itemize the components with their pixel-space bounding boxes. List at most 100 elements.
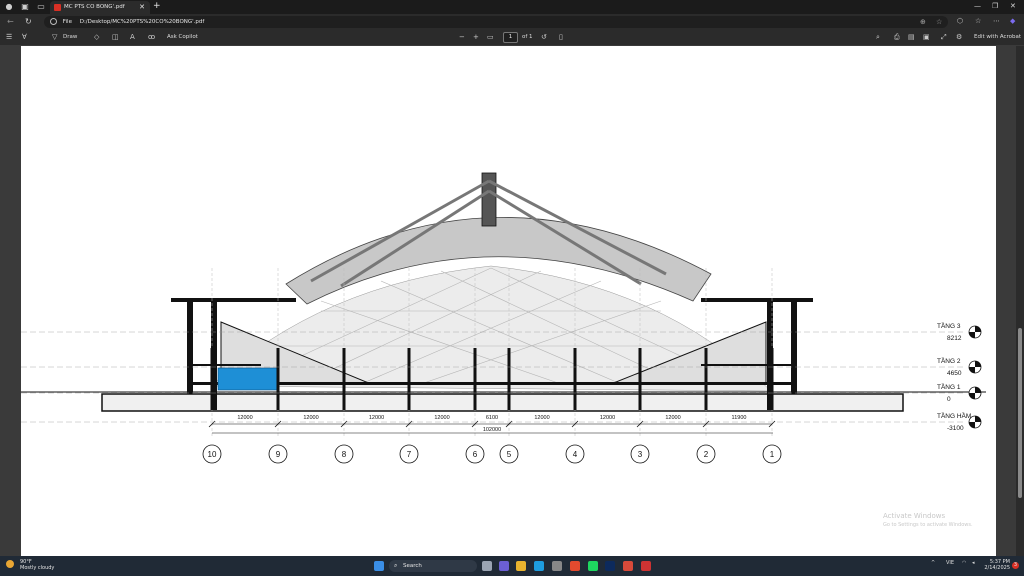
- tab-title: MC PTS CO BONG'.pdf: [64, 4, 125, 10]
- level-marker-icon: [968, 415, 982, 429]
- settings-gear-icon[interactable]: ⚙: [956, 33, 962, 41]
- address-scheme: File: [62, 19, 72, 25]
- tab-actions-icon[interactable]: ▭: [36, 2, 46, 12]
- column: [770, 348, 774, 410]
- browser-tab-bar: ● ▣ ▭ MC PTS CO BONG'.pdf ✕ + — ❐ ✕: [0, 0, 1024, 14]
- axis-label: 6: [473, 450, 478, 459]
- wifi-icon[interactable]: ◠: [962, 560, 966, 566]
- axis-label: 8: [342, 450, 347, 459]
- favorites-icon[interactable]: ☆: [975, 17, 981, 25]
- two-page-icon[interactable]: ▯: [559, 33, 563, 41]
- new-tab-icon[interactable]: +: [153, 1, 161, 11]
- roof-beam-left: [171, 298, 296, 302]
- photoshop-icon[interactable]: [605, 561, 615, 571]
- clock-date: 2/14/2025: [984, 565, 1010, 571]
- favorite-star-icon[interactable]: ☆: [936, 16, 942, 28]
- column: [473, 348, 477, 410]
- level-marker-icon: [968, 325, 982, 339]
- span-label: 12000: [665, 415, 680, 421]
- span-label: 6100: [486, 415, 498, 421]
- search-pdf-icon[interactable]: ⌕: [876, 33, 880, 42]
- tray-overflow-icon[interactable]: ^: [931, 560, 935, 566]
- draw-icon[interactable]: ▽: [52, 33, 57, 41]
- fit-page-icon[interactable]: ▭: [487, 33, 494, 41]
- view-icon[interactable]: ◫: [112, 33, 119, 41]
- taskbar-search[interactable]: ⌕ Search: [389, 560, 477, 572]
- weather-sun-icon: [6, 560, 14, 568]
- zoom-out-icon[interactable]: −: [459, 33, 465, 41]
- extensions-icon[interactable]: ⬡: [957, 17, 963, 25]
- edge-icon[interactable]: [534, 561, 544, 571]
- glass-panel: [217, 367, 279, 391]
- page-number-input[interactable]: 1: [503, 32, 518, 43]
- level-name: TẦNG 3: [937, 320, 961, 330]
- reading-icon[interactable]: ꝏ: [148, 33, 155, 41]
- copilot-icon[interactable]: ◆: [1010, 17, 1015, 25]
- ask-copilot-button[interactable]: Ask Copilot: [167, 34, 198, 40]
- taskbar: 90°F Mostly cloudy ⌕ Search ^ VIE ◠ ◂ 5:…: [0, 556, 1024, 576]
- save-as-icon[interactable]: ▣: [923, 33, 930, 41]
- highlight-icon[interactable]: ∀: [22, 33, 27, 41]
- minimize-icon[interactable]: —: [974, 2, 981, 10]
- chrome-profile-icon[interactable]: [623, 561, 633, 571]
- level-name: TẦNG 1: [937, 381, 961, 391]
- scrollbar[interactable]: [1016, 46, 1024, 556]
- span-label: 12000: [534, 415, 549, 421]
- edit-with-acrobat-button[interactable]: Edit with Acrobat: [974, 34, 1021, 40]
- profile-icon[interactable]: ●: [4, 2, 14, 12]
- workspaces-icon[interactable]: ▣: [20, 2, 30, 12]
- volume-icon[interactable]: ◂: [972, 560, 975, 566]
- rotate-icon[interactable]: ↺: [541, 33, 547, 41]
- zoom-in-icon[interactable]: +: [473, 33, 479, 41]
- start-icon[interactable]: [374, 561, 384, 571]
- language-indicator[interactable]: VIE: [946, 560, 954, 566]
- save-icon[interactable]: ▤: [908, 33, 915, 41]
- activate-windows-watermark: Activate Windows Go to Settings to activ…: [883, 512, 973, 528]
- weather-widget[interactable]: 90°F Mostly cloudy: [6, 559, 54, 571]
- print-icon[interactable]: ⎙: [894, 33, 900, 42]
- notification-badge[interactable]: 3: [1012, 562, 1019, 569]
- file-explorer-icon[interactable]: [516, 561, 526, 571]
- axis-label: 1: [770, 450, 775, 459]
- total-span-label: 102000: [483, 427, 501, 433]
- back-icon[interactable]: ←: [7, 17, 14, 26]
- eraser-icon[interactable]: ◇: [94, 33, 99, 41]
- task-view-icon[interactable]: [482, 561, 492, 571]
- contents-icon[interactable]: ☰: [6, 33, 12, 41]
- level-marker-icon: [968, 386, 982, 400]
- acrobat-icon[interactable]: [641, 561, 651, 571]
- watermark-title: Activate Windows: [883, 512, 946, 520]
- clock[interactable]: 5:37 PM 2/14/2025: [984, 559, 1010, 571]
- draw-button[interactable]: Draw: [63, 34, 77, 40]
- read-aloud-icon[interactable]: A: [130, 33, 135, 41]
- fullscreen-icon[interactable]: ⤢: [941, 33, 947, 42]
- refresh-icon[interactable]: ↻: [25, 17, 32, 26]
- column: [638, 348, 642, 410]
- basement: [101, 393, 904, 412]
- axis-bubbles: 10 9 8 7 6 5 4 3 2 1: [202, 444, 782, 464]
- axis-label: 9: [276, 450, 281, 459]
- span-label: 12000: [303, 415, 318, 421]
- axis-label: 3: [638, 450, 643, 459]
- store-icon[interactable]: [552, 561, 562, 571]
- scrollbar-thumb[interactable]: [1018, 328, 1022, 498]
- column: [407, 348, 411, 410]
- chrome-icon[interactable]: [570, 561, 580, 571]
- zoom-icon[interactable]: ⊕: [920, 16, 926, 28]
- site-info-icon[interactable]: [50, 18, 57, 25]
- tower-right-outer: [791, 302, 797, 394]
- address-bar[interactable]: File D:/Desktop/MC%20PTS%20CO%20BONG'.pd…: [44, 16, 948, 28]
- axis-label: 5: [507, 450, 512, 459]
- more-menu-icon[interactable]: ⋯: [993, 17, 1000, 25]
- close-window-icon[interactable]: ✕: [1010, 2, 1016, 10]
- teams-icon[interactable]: [499, 561, 509, 571]
- spotify-icon[interactable]: [588, 561, 598, 571]
- maximize-icon[interactable]: ❐: [992, 2, 998, 10]
- level-elevation: 8212: [947, 335, 962, 342]
- column: [210, 348, 214, 410]
- browser-tab[interactable]: MC PTS CO BONG'.pdf ✕: [50, 1, 150, 14]
- column: [342, 348, 346, 410]
- level-name: TẦNG HẦM: [937, 410, 971, 420]
- column: [507, 348, 511, 410]
- close-tab-icon[interactable]: ✕: [139, 1, 145, 14]
